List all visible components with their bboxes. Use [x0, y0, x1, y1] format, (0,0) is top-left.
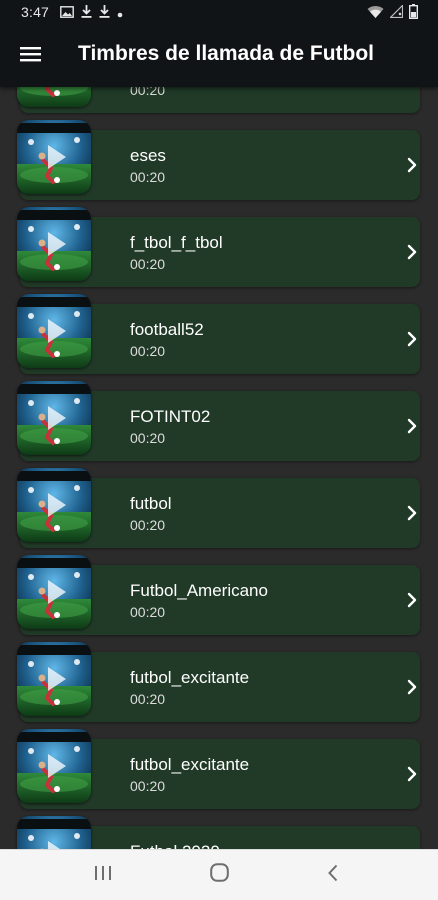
battery-icon	[408, 4, 418, 22]
ringtone-title: football52	[130, 320, 204, 339]
list-item[interactable]: futbol_excitante 00:20	[0, 642, 438, 729]
list-item[interactable]: futbol_excitante 00:20	[0, 729, 438, 816]
ringtone-title: futbol_excitante	[130, 668, 250, 687]
status-bar: 3:47	[0, 0, 438, 25]
ringtone-duration: 00:20	[130, 604, 166, 620]
list-item[interactable]: futbol 00:20	[0, 468, 438, 555]
recent-apps-button[interactable]	[90, 863, 116, 887]
home-button[interactable]	[206, 863, 232, 887]
ringtone-duration: 00:20	[130, 691, 166, 707]
status-notification-icons	[60, 5, 123, 21]
ringtone-thumbnail[interactable]	[17, 555, 91, 629]
ringtone-thumbnail[interactable]	[17, 816, 91, 850]
ringtone-title: futbol_excitante	[130, 755, 250, 774]
ringtone-thumbnail[interactable]	[17, 729, 91, 803]
chevron-right-icon[interactable]	[403, 87, 421, 89]
ringtone-thumbnail[interactable]	[17, 381, 91, 455]
status-time: 3:47	[21, 4, 50, 20]
chevron-right-icon[interactable]	[403, 763, 421, 785]
wifi-icon	[367, 5, 384, 22]
home-icon	[209, 863, 229, 887]
list-item[interactable]: Futbol_Americano 00:20	[0, 555, 438, 642]
soccer-play-icon	[17, 468, 91, 542]
ringtone-title: Futbol_Americano	[130, 581, 268, 600]
ringtone-duration: 00:20	[130, 430, 166, 446]
ringtone-thumbnail[interactable]	[17, 207, 91, 281]
back-button[interactable]	[320, 863, 346, 887]
ringtone-list[interactable]: 00:20 eses 00:20 f_tbol_f_tbol 00:20 foo…	[0, 87, 438, 850]
app-bar: Timbres de llamada de Futbol	[0, 25, 438, 87]
ringtone-duration: 00:20	[130, 169, 166, 185]
list-item[interactable]: FOTINT02 00:20	[0, 381, 438, 468]
hamburger-menu-icon	[19, 46, 41, 67]
ringtone-title: FOTINT02	[130, 407, 211, 426]
signal-icon	[389, 4, 404, 21]
chevron-right-icon[interactable]	[403, 328, 421, 350]
soccer-play-icon	[17, 729, 91, 803]
ringtone-thumbnail[interactable]	[17, 294, 91, 368]
list-item[interactable]: f_tbol_f_tbol 00:20	[0, 207, 438, 294]
chevron-right-icon[interactable]	[403, 154, 421, 176]
ringtone-thumbnail[interactable]	[17, 120, 91, 194]
dot-icon	[117, 5, 123, 21]
app-title: Timbres de llamada de Futbol	[78, 42, 375, 65]
list-item[interactable]: Futbol 2020	[0, 816, 438, 850]
soccer-play-icon	[17, 207, 91, 281]
chevron-right-icon[interactable]	[403, 676, 421, 698]
ringtone-duration: 00:20	[130, 778, 166, 794]
ringtone-duration: 00:20	[130, 256, 166, 272]
list-item[interactable]: football52 00:20	[0, 294, 438, 381]
recent-apps-icon	[94, 865, 112, 886]
back-icon	[327, 864, 339, 887]
soccer-play-icon	[17, 294, 91, 368]
soccer-play-icon	[17, 555, 91, 629]
chevron-right-icon[interactable]	[403, 589, 421, 611]
download-icon	[81, 5, 92, 21]
ringtone-thumbnail[interactable]	[17, 468, 91, 542]
screen: 3:47 Timbres de llamada de Futbol 00:20 …	[0, 0, 438, 900]
status-system-icons	[367, 4, 418, 22]
list-item[interactable]: 00:20	[0, 87, 438, 120]
soccer-play-icon	[17, 642, 91, 716]
ringtone-duration: 00:20	[130, 343, 166, 359]
soccer-play-icon	[17, 87, 91, 107]
ringtone-list-content: 00:20 eses 00:20 f_tbol_f_tbol 00:20 foo…	[0, 87, 438, 850]
ringtone-title: eses	[130, 146, 166, 165]
system-nav-bar	[0, 849, 438, 900]
download-icon	[99, 5, 110, 21]
chevron-right-icon[interactable]	[403, 502, 421, 524]
ringtone-duration: 00:20	[130, 87, 166, 98]
chevron-right-icon[interactable]	[403, 415, 421, 437]
ringtone-thumbnail[interactable]	[17, 642, 91, 716]
chevron-right-icon[interactable]	[403, 241, 421, 263]
ringtone-title: f_tbol_f_tbol	[130, 233, 223, 252]
ringtone-thumbnail[interactable]	[17, 87, 91, 107]
list-item[interactable]: eses 00:20	[0, 120, 438, 207]
image-icon	[60, 5, 74, 21]
menu-button[interactable]	[14, 40, 46, 72]
soccer-play-icon	[17, 120, 91, 194]
ringtone-title: futbol	[130, 494, 172, 513]
soccer-play-icon	[17, 816, 91, 850]
ringtone-duration: 00:20	[130, 517, 166, 533]
soccer-play-icon	[17, 381, 91, 455]
